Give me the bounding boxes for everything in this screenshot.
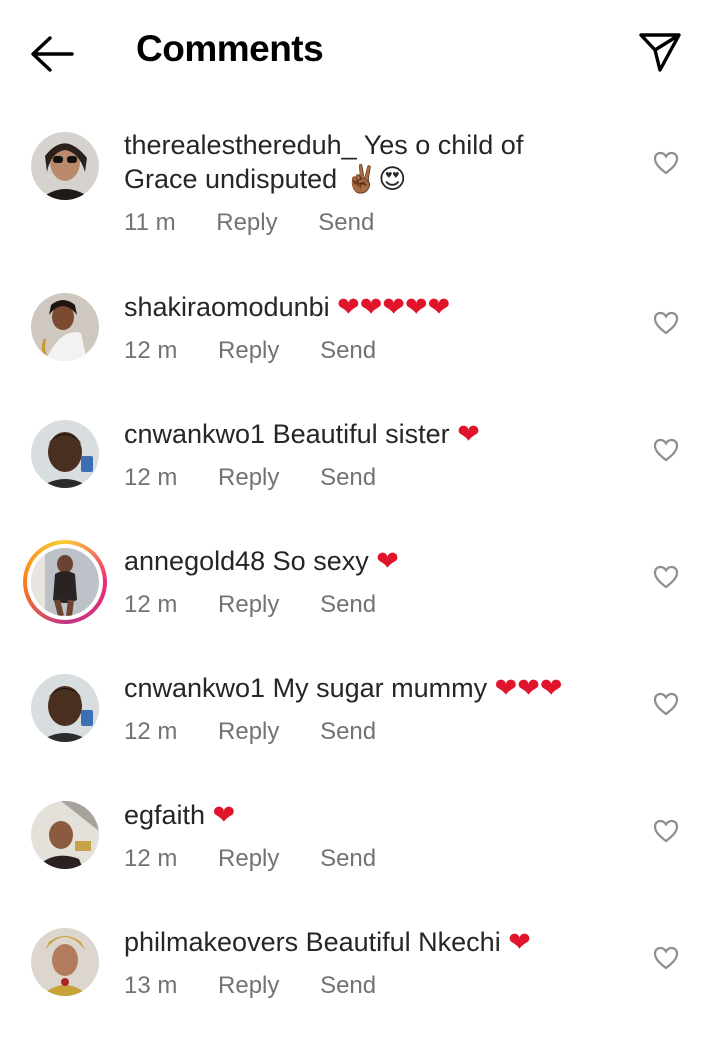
avatar[interactable] xyxy=(31,674,99,742)
heart-outline-icon xyxy=(653,438,679,462)
avatar[interactable] xyxy=(31,420,99,488)
heart-outline-icon xyxy=(653,151,679,175)
comment-meta: 12 m Reply Send xyxy=(124,718,410,746)
like-button[interactable] xyxy=(652,945,680,971)
comment-text: cnwankwo1 My sugar mummy ❤❤❤ xyxy=(124,671,644,706)
reply-button[interactable]: Reply xyxy=(216,209,277,236)
like-button[interactable] xyxy=(652,691,680,717)
heart-outline-icon xyxy=(653,565,679,589)
comment-body: Yes o child of xyxy=(363,130,524,160)
send-button[interactable]: Send xyxy=(320,464,376,491)
reply-button[interactable]: Reply xyxy=(218,337,279,364)
comment-meta: 12 m Reply Send xyxy=(124,845,410,873)
heart-outline-icon xyxy=(653,692,679,716)
comment-emoji: ❤ xyxy=(376,546,399,577)
comment-time: 12 m xyxy=(124,845,178,872)
comment-emoji: ❤ xyxy=(212,800,236,831)
comment-text: shakiraomodunbi ❤❤❤❤❤ xyxy=(124,290,644,325)
comment-time: 12 m xyxy=(124,464,178,491)
like-button[interactable] xyxy=(652,150,680,176)
reply-button[interactable]: Reply xyxy=(218,591,279,618)
comment-item: cnwankwo1 Beautiful sister ❤ 12 m Reply … xyxy=(0,415,719,542)
avatar[interactable] xyxy=(31,132,99,200)
send-button[interactable]: Send xyxy=(320,845,376,872)
avatar[interactable] xyxy=(31,801,99,869)
comment-item: annegold48 So sexy ❤ 12 m Reply Send xyxy=(0,540,719,669)
comment-username[interactable]: therealesthereduh_ xyxy=(124,130,357,160)
comment-body: Beautiful Nkechi xyxy=(305,927,501,957)
like-button[interactable] xyxy=(652,437,680,463)
comment-emoji: ❤❤❤❤❤ xyxy=(337,292,451,323)
avatar[interactable] xyxy=(31,928,99,996)
arrow-left-icon xyxy=(31,36,74,72)
send-button[interactable]: Send xyxy=(320,337,376,364)
comment-time: 12 m xyxy=(124,337,178,364)
heart-outline-icon xyxy=(653,311,679,335)
comment-username[interactable]: annegold48 xyxy=(124,546,265,576)
back-button[interactable] xyxy=(28,34,76,74)
comment-text: annegold48 So sexy ❤ xyxy=(124,544,644,579)
avatar xyxy=(31,548,99,616)
send-button[interactable]: Send xyxy=(320,591,376,618)
comment-meta: 13 m Reply Send xyxy=(124,972,410,1000)
send-button[interactable]: Send xyxy=(320,718,376,745)
avatar-story-ring[interactable] xyxy=(23,540,107,624)
comment-item: therealesthereduh_ Yes o child of Grace … xyxy=(0,126,719,253)
comment-emoji: ❤ xyxy=(508,927,531,958)
comment-item: cnwankwo1 My sugar mummy ❤❤❤ 12 m Reply … xyxy=(0,669,719,796)
like-button[interactable] xyxy=(652,564,680,590)
avatar[interactable] xyxy=(31,293,99,361)
send-button[interactable]: Send xyxy=(320,972,376,999)
comment-text: therealesthereduh_ Yes o child of Grace … xyxy=(124,128,644,197)
comment-meta: 11 m Reply Send xyxy=(124,209,408,237)
comment-body: Grace undisputed xyxy=(124,164,338,194)
comment-body: My sugar mummy xyxy=(272,673,488,703)
comment-text: cnwankwo1 Beautiful sister ❤ xyxy=(124,417,644,452)
reply-button[interactable]: Reply xyxy=(218,718,279,745)
comment-username[interactable]: cnwankwo1 xyxy=(124,673,265,703)
paper-plane-icon xyxy=(639,33,681,72)
heart-outline-icon xyxy=(653,946,679,970)
comment-emoji: ✌🏾😍 xyxy=(344,164,407,195)
comment-username[interactable]: cnwankwo1 xyxy=(124,419,265,449)
comment-meta: 12 m Reply Send xyxy=(124,591,410,619)
comment-username[interactable]: egfaith xyxy=(124,800,205,830)
comment-username[interactable]: philmakeovers xyxy=(124,927,298,957)
comment-time: 12 m xyxy=(124,591,178,618)
like-button[interactable] xyxy=(652,310,680,336)
comment-item: philmakeovers Beautiful Nkechi ❤ 13 m Re… xyxy=(0,923,719,1050)
comment-item: egfaith ❤ 12 m Reply Send xyxy=(0,796,719,923)
comment-text: egfaith ❤ xyxy=(124,798,644,833)
comment-emoji: ❤❤❤ xyxy=(494,673,563,704)
like-button[interactable] xyxy=(652,818,680,844)
comment-emoji: ❤ xyxy=(457,419,480,450)
page-title: Comments xyxy=(136,28,324,69)
reply-button[interactable]: Reply xyxy=(218,972,279,999)
comment-body: So sexy xyxy=(272,546,369,576)
heart-outline-icon xyxy=(653,819,679,843)
header-bar: Comments xyxy=(0,0,719,104)
reply-button[interactable]: Reply xyxy=(218,464,279,491)
comment-body: Beautiful sister xyxy=(272,419,450,449)
send-button[interactable]: Send xyxy=(318,209,374,236)
comment-time: 11 m xyxy=(124,209,176,236)
comment-meta: 12 m Reply Send xyxy=(124,464,410,492)
comment-username[interactable]: shakiraomodunbi xyxy=(124,292,330,322)
comment-item: shakiraomodunbi ❤❤❤❤❤ 12 m Reply Send xyxy=(0,288,719,415)
comment-text: philmakeovers Beautiful Nkechi ❤ xyxy=(124,925,644,960)
comment-time: 13 m xyxy=(124,972,178,999)
share-button[interactable] xyxy=(636,30,684,74)
comment-meta: 12 m Reply Send xyxy=(124,337,410,365)
story-ring-gap xyxy=(27,544,103,620)
reply-button[interactable]: Reply xyxy=(218,845,279,872)
comment-time: 12 m xyxy=(124,718,178,745)
